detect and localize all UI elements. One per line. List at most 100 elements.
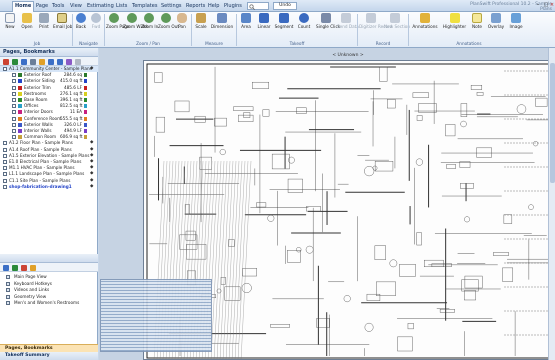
segment-button[interactable]: Segment	[274, 13, 294, 40]
takeoff-tree-item[interactable]: Exterior Roof 284.6 sq	[0, 72, 98, 78]
image-button[interactable]: Image	[507, 13, 525, 40]
bookmark-delete-icon[interactable]	[21, 264, 27, 271]
dimension-button[interactable]: Dimension	[210, 13, 234, 40]
pin-icon[interactable]: ◆	[90, 159, 93, 165]
minimize-icon[interactable]: –	[535, 2, 541, 9]
move-down-icon[interactable]	[57, 58, 63, 65]
note-button[interactable]: Note	[469, 13, 485, 40]
tab-lists[interactable]: Lists	[114, 2, 129, 12]
item-checkbox[interactable]	[3, 160, 7, 164]
pin-icon[interactable]: ◆	[90, 153, 93, 159]
quick-search-input[interactable]	[247, 2, 269, 10]
bookmark-item[interactable]: Men's and Women's Restrooms	[0, 300, 98, 306]
tab-page[interactable]: Page	[34, 2, 50, 12]
area-button[interactable]: Area	[238, 13, 254, 40]
item-checkbox[interactable]	[12, 104, 16, 109]
tab-reports[interactable]: Reports	[184, 2, 207, 12]
takeoff-tree-item[interactable]: Offices 812.5 sq ft	[0, 103, 98, 109]
scrollbar-thumb[interactable]	[550, 63, 555, 183]
bookmark-item[interactable]: Videos and Links	[0, 287, 98, 293]
filter-icon[interactable]	[75, 58, 81, 65]
bookmark-item[interactable]: Geometry View	[0, 294, 98, 300]
item-checkbox[interactable]	[12, 116, 16, 121]
page-tree-item[interactable]: A1.2 Floor Plan - Sample Plans ◆	[0, 140, 98, 146]
digitizer-record-button[interactable]: Digitizer Record	[359, 13, 392, 40]
page-tree-item[interactable]: A1.4 Roof Plan - Sample Plans ◆	[0, 147, 98, 153]
copy-icon[interactable]	[39, 58, 45, 65]
item-checkbox[interactable]	[3, 153, 7, 158]
tab-plugins[interactable]: Plugins	[222, 2, 244, 12]
folder-icon[interactable]	[21, 58, 27, 65]
pin-icon[interactable]: ◆	[90, 171, 93, 177]
zoom-in-button[interactable]: Zoom In	[141, 13, 158, 40]
move-up-icon[interactable]	[48, 58, 54, 65]
item-checkbox[interactable]	[12, 98, 16, 102]
pin-icon[interactable]: ◆	[90, 66, 93, 72]
item-checkbox[interactable]	[3, 178, 7, 183]
takeoff-tree-item[interactable]: Common Room 606.9 sq ft	[0, 134, 98, 140]
item-checkbox[interactable]	[12, 135, 16, 140]
forward-button[interactable]: Fwd	[89, 13, 103, 40]
page-tree-item[interactable]: A1.1 Community Center - Sample Plans ◆	[0, 66, 98, 72]
linear-button[interactable]: Linear	[255, 13, 273, 40]
tab-help[interactable]: Help	[206, 2, 221, 12]
takeoff-tree-item[interactable]: Exterior Siding 415.0 sq ft	[0, 78, 98, 84]
back-button[interactable]: Back	[74, 13, 88, 40]
item-checkbox[interactable]	[12, 85, 16, 90]
takeoff-tree-item[interactable]: Restrooms 276.1 sq ft	[0, 91, 98, 97]
refresh-icon[interactable]	[66, 58, 72, 65]
item-checkbox[interactable]	[12, 129, 16, 133]
takeoff-tree-item[interactable]: Exterior Walls 326.0 LF	[0, 122, 98, 128]
tab-pages-bookmarks[interactable]: Pages, Bookmarks	[0, 344, 98, 352]
page-tree-item[interactable]: M1.1 HVAC Plan - Sample Plans ◆	[0, 165, 98, 171]
bookmark-new-icon[interactable]	[12, 264, 18, 271]
pin-icon[interactable]: ◆	[90, 147, 93, 153]
page-tree-item[interactable]: L1.1 Landscape Plan - Sample Plans ◆	[0, 171, 98, 177]
tab-home[interactable]: Home	[12, 1, 35, 12]
pin-icon[interactable]: ◆	[90, 184, 93, 190]
takeoff-tree-item[interactable]: Exterior Trim 485.6 LF	[0, 85, 98, 91]
item-checkbox[interactable]	[12, 91, 16, 96]
item-checkbox[interactable]	[3, 147, 7, 152]
send-data-button[interactable]: Send Data	[337, 13, 359, 40]
close-icon[interactable]: ×	[549, 2, 555, 9]
item-checkbox[interactable]	[3, 184, 7, 189]
page-tree-item[interactable]: A1.5 Exterior Elevation - Sample Plans ◆	[0, 153, 98, 159]
item-checkbox[interactable]	[12, 73, 16, 78]
page-tree-item[interactable]: C1.1 Site Plan - Sample Plans ◆	[0, 178, 98, 184]
pin-icon[interactable]: ◆	[90, 165, 93, 171]
single-click-button[interactable]: Single Click	[316, 13, 340, 40]
page-tree-item[interactable]: shop-fabrication-drawing1 ◆	[0, 184, 98, 190]
item-checkbox[interactable]	[12, 79, 16, 84]
zoom-page-button[interactable]: Zoom Page	[106, 13, 130, 40]
bookmark-add-icon[interactable]	[3, 264, 9, 271]
bookmark-item[interactable]: Main Page View	[0, 274, 98, 280]
tab-estimating[interactable]: Estimating	[85, 2, 116, 12]
takeoff-tree-item[interactable]: Base Room 396.1 sq ft	[0, 97, 98, 103]
item-checkbox[interactable]	[3, 166, 7, 171]
page-tree-item[interactable]: E1.0 Electrical Plan - Sample Plans ◆	[0, 159, 98, 165]
add-icon[interactable]	[12, 58, 18, 65]
tab-takeoff-summary[interactable]: Takeoff Summary	[0, 352, 98, 360]
pin-icon[interactable]: ◆	[90, 140, 93, 146]
pan-button[interactable]: Pan	[175, 13, 189, 40]
bookmark-item[interactable]: Keyboard Hotkeys	[0, 281, 98, 287]
zoom-width-button[interactable]: Zoom Width	[123, 13, 149, 40]
email-job-button[interactable]: Email Job	[53, 13, 72, 40]
pin-icon[interactable]: ◆	[90, 178, 93, 184]
item-checkbox[interactable]	[12, 122, 16, 127]
tab-templates[interactable]: Templates	[130, 2, 159, 12]
print-button[interactable]: Print	[36, 13, 52, 40]
item-checkbox[interactable]	[3, 67, 7, 71]
vertical-scrollbar[interactable]	[548, 48, 555, 360]
tab-tools[interactable]: Tools	[50, 2, 66, 12]
takeoff-tree-item[interactable]: Interior Doors 11 EA	[0, 109, 98, 115]
zoom-out-button[interactable]: Zoom Out	[158, 13, 179, 40]
delete-icon[interactable]	[3, 58, 9, 65]
takeoff-tree-item[interactable]: Interior Walls 494.9 LF	[0, 128, 98, 134]
properties-icon[interactable]	[30, 58, 36, 65]
takeoff-tree-item[interactable]: Conference Room 555.5 sq ft	[0, 116, 98, 122]
overlay-button[interactable]: Overlay	[486, 13, 506, 40]
page-thumbnail[interactable]	[100, 279, 212, 352]
undo-button[interactable]: Undo	[273, 2, 297, 10]
